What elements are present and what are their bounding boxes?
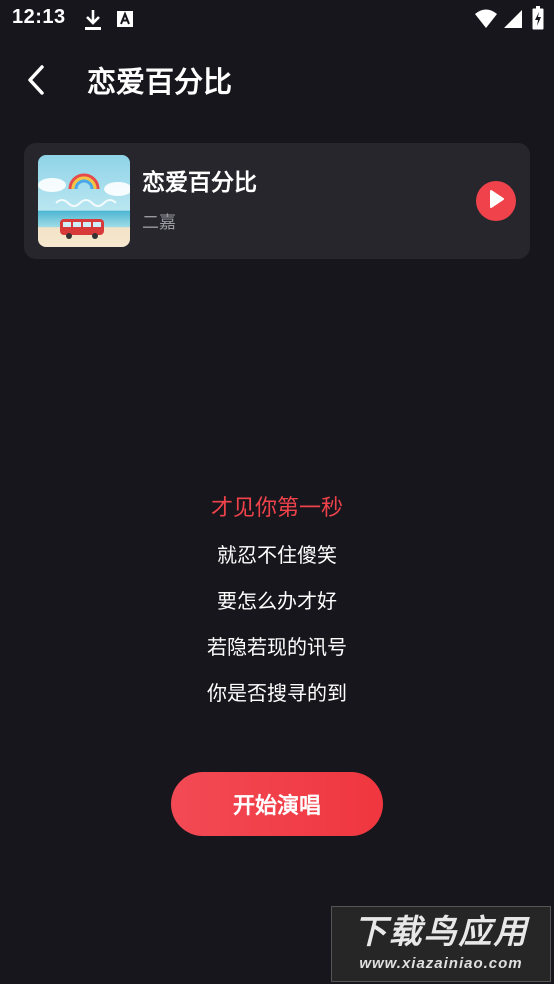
watermark: 下载鸟应用 www.xiazainiao.com: [331, 906, 551, 982]
song-title: 恋爱百分比: [142, 170, 257, 196]
status-time: 12:13: [12, 6, 66, 28]
song-artist: 二嘉: [142, 213, 176, 233]
font-a-icon: [116, 9, 134, 29]
lyric-line: 就忍不住傻笑: [217, 543, 337, 567]
signal-icon: [503, 8, 523, 30]
back-button[interactable]: [16, 62, 56, 102]
page-title: 恋爱百分比: [87, 65, 233, 99]
lyric-line-current: 才见你第一秒: [210, 496, 343, 521]
lyric-line: 你是否搜寻的到: [207, 681, 347, 705]
lyric-line: 若隐若现的讯号: [207, 635, 347, 659]
play-button[interactable]: [476, 181, 516, 221]
play-icon: [487, 189, 505, 213]
download-icon: [84, 9, 102, 31]
lyrics-panel: 才见你第一秒 就忍不住傻笑 要怎么办才好 若隐若现的讯号 你是否搜寻的到: [0, 490, 554, 720]
chevron-left-icon: [24, 64, 48, 100]
battery-icon: [532, 6, 544, 30]
album-cover: [38, 155, 130, 247]
watermark-title: 下载鸟应用: [353, 912, 529, 951]
watermark-url: www.xiazainiao.com: [359, 955, 523, 972]
start-singing-button[interactable]: 开始演唱: [171, 772, 383, 836]
status-bar: 12:13: [0, 0, 554, 38]
wifi-icon: [474, 8, 498, 30]
song-card[interactable]: 恋爱百分比 二嘉: [24, 143, 530, 259]
app-header: 恋爱百分比: [0, 52, 554, 112]
lyric-line: 要怎么办才好: [217, 589, 337, 613]
